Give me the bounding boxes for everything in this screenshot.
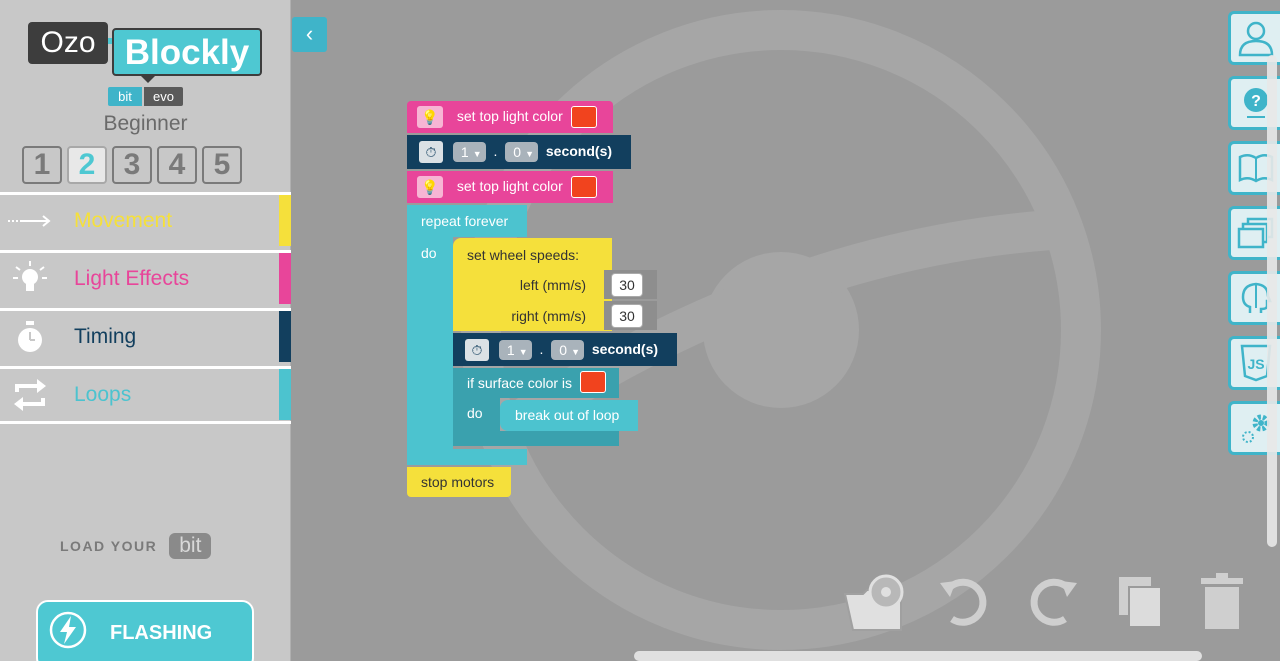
category-color-bar xyxy=(279,195,291,246)
level-step-5[interactable]: 5 xyxy=(202,146,242,184)
open-file-icon xyxy=(843,574,904,631)
flashing-button[interactable]: FLASHING xyxy=(36,600,254,661)
svg-text:JS: JS xyxy=(1247,356,1264,372)
undo-button[interactable] xyxy=(934,570,994,632)
logo-blockly: Blockly xyxy=(112,28,262,76)
left-speed-socket: 30 xyxy=(604,270,657,299)
if-bottom xyxy=(453,431,619,446)
copy-button[interactable] xyxy=(1113,570,1167,632)
block-label: if surface color is xyxy=(467,375,573,391)
load-bit-badge: bit xyxy=(169,533,212,559)
level-selector: 1 2 3 4 5 xyxy=(22,146,242,184)
block-set-top-light-color[interactable]: 💡 set top light color xyxy=(407,171,613,203)
category-label: Loops xyxy=(74,382,132,406)
block-label: set top light color xyxy=(456,107,563,124)
logo-ozo: Ozo xyxy=(28,22,108,64)
category-label: Movement xyxy=(74,208,173,232)
decimal-dropdown[interactable]: 0 ▼ xyxy=(505,142,538,162)
load-your-bit[interactable]: LOAD YOUR bit xyxy=(60,533,212,559)
level-name: Beginner xyxy=(103,112,188,135)
open-program-button[interactable] xyxy=(841,570,913,632)
category-color-bar xyxy=(279,369,291,420)
block-if-surface-color[interactable]: if surface color is xyxy=(453,368,619,398)
category-loops[interactable]: Loops xyxy=(0,366,291,420)
redo-icon xyxy=(1030,578,1077,626)
undo-icon xyxy=(940,578,987,626)
block-set-wheel-speeds[interactable]: set wheel speeds: left (mm/s) right (mm/… xyxy=(453,238,612,331)
category-label: Timing xyxy=(74,324,137,348)
seconds-dropdown[interactable]: 1 ▼ xyxy=(498,340,532,360)
left-speed-input[interactable]: 30 xyxy=(611,273,643,297)
block-set-top-light-color[interactable]: 💡 set top light color xyxy=(407,101,613,133)
block-label: set wheel speeds: xyxy=(467,247,580,263)
robot-model-badge: bit evo xyxy=(108,87,183,106)
block-stop-motors[interactable]: stop motors xyxy=(407,467,511,497)
block-wait-seconds[interactable]: ⏱ 1 ▼ . 0 ▼ second(s) xyxy=(453,333,677,366)
lightning-icon xyxy=(48,610,88,650)
decimal-separator: . xyxy=(493,142,498,159)
block-label: stop motors xyxy=(421,474,495,490)
copy-icon xyxy=(1119,577,1162,628)
block-label: break out of loop xyxy=(515,407,620,423)
do-label: do xyxy=(421,245,437,261)
svg-text:?: ? xyxy=(1251,93,1261,110)
right-speed-label: right (mm/s) xyxy=(511,308,586,324)
blockly-workspace[interactable]: ‹ 💡 set top light color ⏱ 1 ▼ . 0 ▼ second… xyxy=(291,0,1280,661)
category-label: Light Effects xyxy=(74,266,190,290)
level-step-4[interactable]: 4 xyxy=(157,146,197,184)
redo-button[interactable] xyxy=(1023,570,1083,632)
user-icon xyxy=(1238,21,1273,57)
delete-button[interactable] xyxy=(1197,570,1247,632)
right-speed-input[interactable]: 30 xyxy=(611,304,643,328)
trash-icon xyxy=(1201,573,1243,629)
horizontal-scrollbar[interactable] xyxy=(634,651,1202,661)
block-wait-seconds[interactable]: ⏱ 1 ▼ . 0 ▼ second(s) xyxy=(407,135,631,169)
sidebar: Ozo Blockly bit evo Beginner 1 2 3 4 5 M… xyxy=(0,0,291,661)
light-bulb-icon xyxy=(0,252,60,306)
level-step-1[interactable]: 1 xyxy=(22,146,62,184)
seconds-dropdown[interactable]: 1 ▼ xyxy=(452,142,486,162)
unit-label: second(s) xyxy=(545,142,613,159)
left-speed-label: left (mm/s) xyxy=(519,277,586,293)
category-movement[interactable]: Movement xyxy=(0,192,291,246)
unit-label: second(s) xyxy=(591,340,659,357)
category-timing[interactable]: Timing xyxy=(0,308,291,362)
brand-evo: evo xyxy=(144,87,183,106)
do-label: do xyxy=(467,405,483,421)
vertical-scrollbar[interactable] xyxy=(1267,55,1277,547)
color-swatch[interactable] xyxy=(570,106,597,128)
block-break-out-of-loop[interactable]: break out of loop xyxy=(500,400,638,431)
light-bulb-icon: 💡 xyxy=(417,106,443,128)
level-step-3[interactable]: 3 xyxy=(112,146,152,184)
color-swatch[interactable] xyxy=(570,176,597,198)
load-text: LOAD YOUR xyxy=(60,538,158,554)
repeat-arm: do xyxy=(407,237,453,465)
stopwatch-icon xyxy=(0,310,60,364)
flashing-label: FLASHING xyxy=(110,622,213,644)
block-label: repeat forever xyxy=(421,213,509,229)
arrow-right-icon xyxy=(0,194,60,248)
category-color-bar xyxy=(279,253,291,304)
decimal-dropdown[interactable]: 0 ▼ xyxy=(551,340,584,360)
brand-bit: bit xyxy=(108,87,142,106)
stopwatch-icon: ⏱ xyxy=(419,141,443,163)
category-color-bar xyxy=(279,311,291,362)
block-repeat-forever[interactable]: repeat forever xyxy=(407,205,527,237)
level-step-2[interactable]: 2 xyxy=(67,146,107,184)
collapse-toolbox-button[interactable]: ‹ xyxy=(292,17,327,52)
ozoblockly-logo: Ozo Blockly xyxy=(28,22,264,83)
color-swatch[interactable] xyxy=(579,371,606,394)
decimal-separator: . xyxy=(539,340,544,357)
logo-tail xyxy=(140,75,156,83)
category-light-effects[interactable]: Light Effects xyxy=(0,250,291,304)
chevron-left-icon: ‹ xyxy=(305,21,314,46)
repeat-bottom xyxy=(407,449,527,465)
light-bulb-icon: 💡 xyxy=(417,176,443,198)
right-speed-socket: 30 xyxy=(604,301,657,330)
block-label: set top light color xyxy=(456,177,563,194)
loop-icon xyxy=(0,368,60,422)
stopwatch-icon: ⏱ xyxy=(465,339,489,361)
category-divider xyxy=(0,421,291,424)
